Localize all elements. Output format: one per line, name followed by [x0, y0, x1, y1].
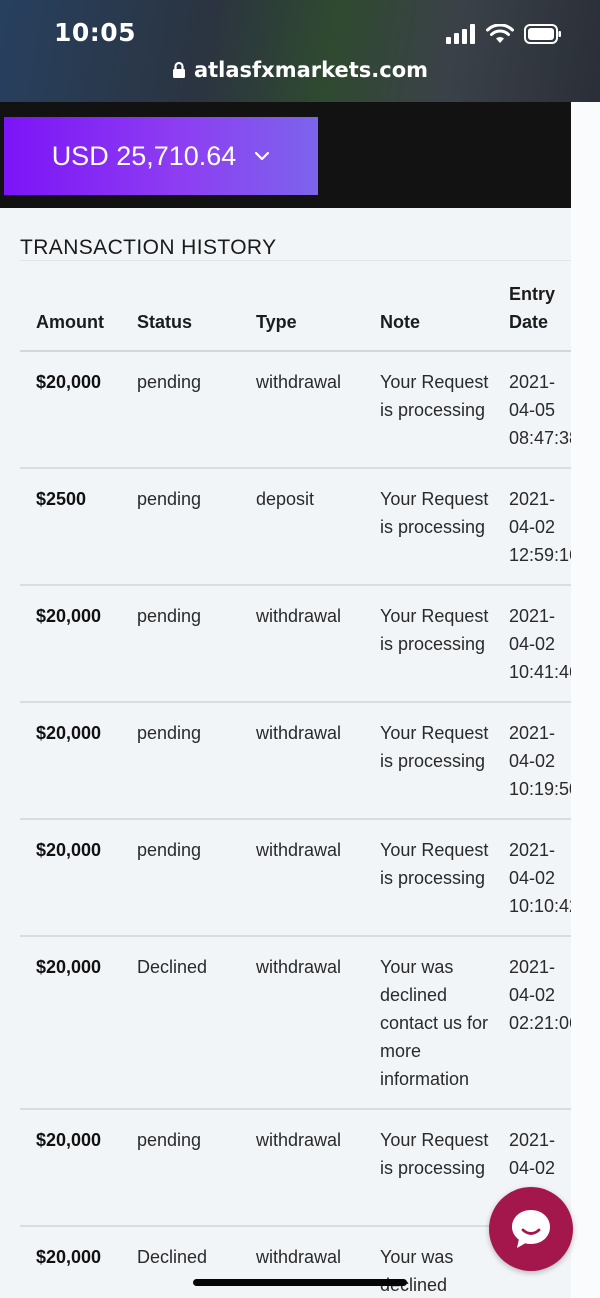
amount-cell: $20,000 — [36, 1130, 102, 1150]
table-row: $20,000 Declined withdrawal Your was dec… — [20, 937, 571, 1110]
entry-date-cell: 2021- 04-02 02:21:06 — [509, 953, 571, 1037]
date-line: 04-02 — [509, 634, 556, 654]
type-cell: withdrawal — [256, 606, 342, 626]
note-cell: Your was declined — [380, 1247, 454, 1295]
status-cell: pending — [137, 606, 202, 626]
column-header-entry-date: Entry Date — [509, 280, 571, 336]
cellular-signal-icon — [446, 24, 475, 44]
column-header-entry-date-line1: Entry — [509, 284, 556, 304]
date-line: 2021- — [509, 489, 556, 509]
section-title: TRANSACTION HISTORY — [20, 236, 277, 259]
date-line: 2021- — [509, 840, 556, 860]
note-cell: Your was declined contact us for more in… — [380, 957, 489, 1089]
entry-date-cell: 2021- 04-05 08:47:38 — [509, 368, 571, 452]
status-cell: Declined — [137, 957, 208, 977]
note-cell: Your Request is processing — [380, 723, 489, 771]
browser-chrome: 10:05 atlasfxmarkets.com — [0, 0, 600, 102]
note-cell: Your Request is processing — [380, 840, 489, 888]
amount-cell: $20,000 — [36, 1247, 102, 1267]
table-row: $20,000 pending withdrawal Your Request … — [20, 820, 571, 937]
time-line: 12:59:16 — [509, 545, 571, 565]
date-line: 2021- — [509, 1130, 556, 1150]
table-row: $20,000 pending withdrawal Your Request … — [20, 352, 571, 469]
entry-date-cell: 2021- 04-02 10:10:42 — [509, 836, 571, 920]
note-cell: Your Request is processing — [380, 489, 489, 537]
date-line: 04-02 — [509, 1158, 556, 1178]
table-row: $20,000 pending withdrawal Your Request … — [20, 703, 571, 820]
date-line: 04-05 — [509, 400, 556, 420]
status-cell: pending — [137, 489, 202, 509]
date-line: 2021- — [509, 606, 556, 626]
status-cell: pending — [137, 840, 202, 860]
address-bar[interactable]: atlasfxmarkets.com — [0, 58, 600, 82]
column-header-type: Type — [256, 312, 297, 332]
date-line: 04-02 — [509, 985, 556, 1005]
amount-cell: $20,000 — [36, 372, 102, 392]
date-line: 04-02 — [509, 868, 556, 888]
system-icons — [446, 22, 562, 46]
type-cell: withdrawal — [256, 723, 342, 743]
table-row: $2500 pending deposit Your Request is pr… — [20, 469, 571, 586]
battery-icon — [524, 24, 561, 44]
transaction-history-section: TRANSACTION HISTORY Amount Status Type N… — [0, 208, 571, 1298]
time-line: 02:21:06 — [509, 1013, 571, 1033]
home-indicator — [193, 1279, 407, 1286]
column-header-note: Note — [380, 312, 420, 332]
date-line: 04-02 — [509, 751, 556, 771]
url-text: atlasfxmarkets.com — [193, 58, 429, 82]
lock-icon — [172, 61, 185, 78]
wifi-icon — [486, 24, 514, 43]
table-header-row: Amount Status Type Note Entry Date — [20, 272, 571, 352]
type-cell: withdrawal — [256, 1130, 342, 1150]
status-cell: pending — [137, 372, 202, 392]
amount-cell: $20,000 — [36, 840, 102, 860]
table-row: $20,000 pending withdrawal Your Request … — [20, 1110, 571, 1227]
date-line: 04-02 — [509, 517, 556, 537]
type-cell: withdrawal — [256, 372, 342, 392]
status-cell: Declined — [137, 1247, 208, 1267]
note-cell: Your Request is processing — [380, 606, 489, 654]
column-header-entry-date-line2: Date — [509, 312, 549, 332]
status-cell: pending — [137, 1130, 202, 1150]
date-line: 2021- — [509, 372, 556, 392]
date-line: 2021- — [509, 723, 556, 743]
time-line: 10:41:46 — [509, 662, 571, 682]
balance-dropdown-button[interactable]: USD 25,710.64 — [4, 117, 318, 195]
time-line: 10:19:50 — [509, 779, 571, 799]
type-cell: withdrawal — [256, 840, 342, 860]
column-header-status: Status — [137, 312, 193, 332]
column-header-amount: Amount — [36, 312, 104, 332]
page-edge — [571, 102, 600, 1298]
transaction-table: Amount Status Type Note Entry Date $20,0… — [20, 272, 571, 1298]
balance-label: USD 25,710.64 — [51, 140, 237, 171]
status-time: 10:05 — [54, 18, 137, 47]
account-header: USD 25,710.64 — [0, 102, 571, 208]
entry-date-cell: 2021- 04-02 10:19:50 — [509, 719, 571, 803]
chat-icon — [512, 1210, 550, 1248]
entry-date-cell: 2021- 04-02 12:59:16 — [509, 485, 571, 569]
amount-cell: $2500 — [36, 489, 87, 509]
type-cell: deposit — [256, 489, 315, 509]
live-chat-button[interactable] — [489, 1187, 573, 1271]
type-cell: withdrawal — [256, 957, 342, 977]
date-line: 2021- — [509, 957, 556, 977]
amount-cell: $20,000 — [36, 606, 102, 626]
note-cell: Your Request is processing — [380, 372, 489, 420]
time-line: 08:47:38 — [509, 428, 571, 448]
amount-cell: $20,000 — [36, 723, 102, 743]
time-line: 10:10:42 — [509, 896, 571, 916]
divider — [20, 260, 571, 261]
entry-date-cell: 2021- 04-02 10:41:46 — [509, 602, 571, 686]
status-cell: pending — [137, 723, 202, 743]
table-row: $20,000 pending withdrawal Your Request … — [20, 586, 571, 703]
type-cell: withdrawal — [256, 1247, 342, 1267]
amount-cell: $20,000 — [36, 957, 102, 977]
note-cell: Your Request is processing — [380, 1130, 489, 1178]
chevron-down-icon — [255, 151, 270, 161]
table-row: $20,000 Declined withdrawal Your was dec… — [20, 1227, 571, 1298]
